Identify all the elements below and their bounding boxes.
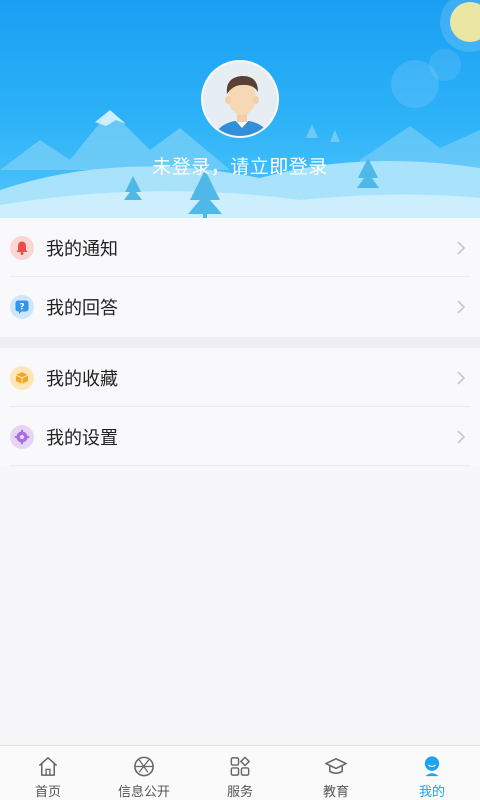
- tab-home[interactable]: 首页: [0, 746, 96, 800]
- bottom-tab-bar: 首页 信息公开 服务 教育 我的: [0, 745, 480, 800]
- menu-item-label: 我的收藏: [46, 368, 118, 390]
- login-prompt[interactable]: 未登录，请立即登录: [0, 152, 480, 179]
- menu-item-label: 我的回答: [46, 297, 118, 319]
- chevron-right-icon: [457, 371, 466, 385]
- menu-item-settings[interactable]: 我的设置: [0, 407, 480, 466]
- graduation-cap-icon: [325, 758, 347, 774]
- chevron-right-icon: [457, 300, 466, 314]
- chevron-right-icon: [457, 430, 466, 444]
- menu-group-2: 我的收藏 我的设置: [0, 348, 480, 466]
- menu-item-answers[interactable]: ? 我的回答: [0, 277, 480, 336]
- chevron-right-icon: [457, 241, 466, 255]
- question-icon: ?: [10, 294, 34, 319]
- user-icon: [424, 756, 440, 777]
- bell-icon: [10, 235, 34, 260]
- tab-label: 教育: [322, 785, 349, 800]
- profile-header: 未登录，请立即登录: [0, 0, 480, 218]
- menu-item-label: 我的通知: [46, 238, 118, 260]
- avatar[interactable]: [201, 60, 279, 138]
- tab-info-disclosure[interactable]: 信息公开: [96, 746, 192, 800]
- menu-group-1: 我的通知 ? 我的回答: [0, 218, 480, 336]
- tab-label: 服务: [226, 785, 253, 800]
- svg-text:?: ?: [19, 302, 24, 312]
- divider: [10, 465, 470, 466]
- gear-icon: [10, 424, 34, 449]
- profile-screen: 未登录，请立即登录 我的通知 ? 我的回答 我的收藏 我的设置 首页 信息公开 …: [0, 0, 480, 800]
- tab-mine[interactable]: 我的: [384, 746, 480, 800]
- tab-services[interactable]: 服务: [192, 746, 288, 800]
- tab-label: 首页: [34, 785, 61, 800]
- grid-icon: [230, 756, 251, 776]
- tab-education[interactable]: 教育: [288, 746, 384, 800]
- home-icon: [38, 757, 58, 776]
- tab-label: 我的: [418, 785, 445, 800]
- tab-label: 信息公开: [117, 785, 170, 800]
- menu-item-favorites[interactable]: 我的收藏: [0, 348, 480, 407]
- box-icon: [10, 365, 34, 390]
- menu-item-notifications[interactable]: 我的通知: [0, 218, 480, 277]
- menu-item-label: 我的设置: [46, 427, 118, 449]
- section-separator: [0, 337, 480, 348]
- aperture-icon: [134, 756, 154, 777]
